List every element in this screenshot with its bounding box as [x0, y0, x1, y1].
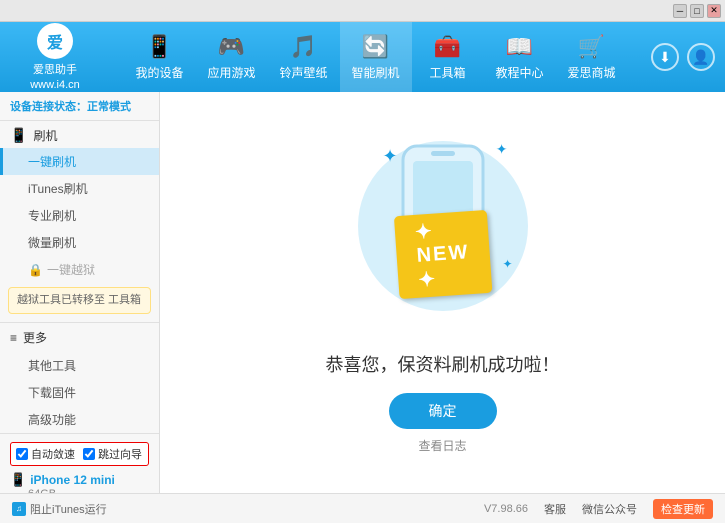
top-nav: 爱 爱思助手 www.i4.cn 📱 我的设备 🎮 应用游戏 🎵 铃声壁纸 🔄 … — [0, 22, 725, 92]
my-device-icon: 📱 — [146, 34, 173, 60]
version-text: V7.98.66 — [484, 503, 528, 515]
logo-line1: 爱思助手 — [33, 61, 77, 77]
nav-item-tutorials[interactable]: 📖 教程中心 — [484, 22, 556, 92]
pro-flash-label: 专业刷机 — [28, 209, 76, 223]
nav-right-buttons: ⬇ 👤 — [651, 43, 715, 71]
jailbreak-warning-box: 越狱工具已转移至 工具箱 — [8, 287, 151, 314]
confirm-button[interactable]: 确定 — [389, 393, 497, 429]
jailbreak-label: 一键越狱 — [47, 261, 95, 278]
close-button[interactable]: ✕ — [707, 4, 721, 18]
nav-item-ringtones[interactable]: 🎵 铃声壁纸 — [268, 22, 340, 92]
other-tools-label: 其他工具 — [28, 359, 76, 373]
check-update-button[interactable]: 检查更新 — [653, 499, 713, 519]
auto-flash-checkbox[interactable]: 自动敛速 — [16, 446, 75, 462]
skip-wizard-checkbox[interactable]: 跳过向导 — [83, 446, 142, 462]
warning-text: 越狱工具已转移至 工具箱 — [17, 294, 141, 306]
itunes-flash-label: iTunes刷机 — [28, 182, 88, 196]
itunes-control[interactable]: ♫ 阻止iTunes运行 — [12, 501, 107, 517]
device-icon: 📱 — [10, 472, 26, 488]
bottom-bar: ♫ 阻止iTunes运行 V7.98.66 客服 微信公众号 检查更新 — [0, 493, 725, 523]
itunes-icon: ♫ — [12, 502, 26, 516]
nav-items: 📱 我的设备 🎮 应用游戏 🎵 铃声壁纸 🔄 智能刷机 🧰 工具箱 📖 教程中心… — [110, 22, 641, 92]
sidebar: 设备连接状态：正常模式 📱 刷机 一键刷机 iTunes刷机 专业刷机 微量刷机… — [0, 92, 160, 493]
main-area: 设备连接状态：正常模式 📱 刷机 一键刷机 iTunes刷机 专业刷机 微量刷机… — [0, 92, 725, 493]
micro-flash-label: 微量刷机 — [28, 236, 76, 250]
itunes-label: 阻止iTunes运行 — [30, 501, 107, 517]
smart-flash-icon: 🔄 — [362, 34, 389, 60]
nav-label-ringtones: 铃声壁纸 — [279, 64, 327, 81]
sidebar-item-itunes-flash[interactable]: iTunes刷机 — [0, 175, 159, 202]
tutorials-icon: 📖 — [506, 34, 533, 60]
logo-line2: www.i4.cn — [30, 79, 80, 91]
logo-icon: 爱 — [37, 23, 73, 59]
wechat-link[interactable]: 微信公众号 — [582, 501, 637, 517]
ringtones-icon: 🎵 — [290, 34, 317, 60]
nav-label-apps-games: 应用游戏 — [207, 64, 255, 81]
minimize-button[interactable]: ─ — [673, 4, 687, 18]
nav-item-apps-games[interactable]: 🎮 应用游戏 — [196, 22, 268, 92]
section-flash-header[interactable]: 📱 刷机 — [0, 121, 159, 148]
new-badge: ✦ NEW ✦ — [393, 210, 491, 299]
nav-label-my-device: 我的设备 — [135, 64, 183, 81]
nav-label-smart-flash: 智能刷机 — [351, 64, 399, 81]
success-message: 恭喜您，保资料刷机成功啦！ — [326, 351, 560, 377]
skip-wizard-input[interactable] — [83, 448, 95, 460]
lock-icon: 🔒 — [28, 263, 43, 277]
apps-games-icon: 🎮 — [218, 34, 245, 60]
auto-flash-input[interactable] — [16, 448, 28, 460]
nav-item-toolbox[interactable]: 🧰 工具箱 — [412, 22, 484, 92]
auto-flash-label: 自动敛速 — [31, 446, 75, 462]
nav-label-tutorials: 教程中心 — [495, 64, 543, 81]
more-section-header[interactable]: ≡ 更多 — [0, 322, 159, 352]
sidebar-item-jailbreak-disabled: 🔒 一键越狱 — [0, 256, 159, 283]
maximize-button[interactable]: □ — [690, 4, 704, 18]
device-name: iPhone 12 mini — [30, 473, 115, 487]
section-flash-label: 刷机 — [33, 127, 57, 144]
nav-label-store: 爱思商城 — [567, 64, 615, 81]
sidebar-item-pro-flash[interactable]: 专业刷机 — [0, 202, 159, 229]
more-section-label: 更多 — [23, 329, 47, 346]
sidebar-item-advanced[interactable]: 高级功能 — [0, 406, 159, 433]
logo-area: 爱 爱思助手 www.i4.cn — [10, 23, 100, 91]
status-label: 设备连接状态： — [10, 101, 87, 113]
sidebar-item-micro-flash[interactable]: 微量刷机 — [0, 229, 159, 256]
bottom-left: ♫ 阻止iTunes运行 — [12, 501, 464, 517]
status-bar: 设备连接状态：正常模式 — [0, 92, 159, 121]
title-bar: ─ □ ✕ — [0, 0, 725, 22]
phone-wrap: ✦ ✦ ✦ ✦ NEW ✦ — [353, 141, 533, 296]
nav-item-smart-flash[interactable]: 🔄 智能刷机 — [340, 22, 412, 92]
one-click-flash-label: 一键刷机 — [28, 155, 76, 169]
skip-wizard-label: 跳过向导 — [98, 446, 142, 462]
nav-item-my-device[interactable]: 📱 我的设备 — [124, 22, 196, 92]
phone-illustration: ✦ ✦ ✦ ✦ NEW ✦ — [353, 131, 533, 331]
nav-label-toolbox: 工具箱 — [429, 64, 465, 81]
advanced-label: 高级功能 — [28, 413, 76, 427]
checkboxes-row: 自动敛速 跳过向导 — [10, 442, 149, 466]
device-info: 📱 iPhone 12 mini 64GB Down-12mini-13,1 — [10, 472, 149, 493]
customer-service-link[interactable]: 客服 — [544, 501, 566, 517]
bottom-right: V7.98.66 客服 微信公众号 检查更新 — [484, 499, 713, 519]
sidebar-item-one-click-flash[interactable]: 一键刷机 — [0, 148, 159, 175]
download-firmware-label: 下载固件 — [28, 386, 76, 400]
nav-item-store[interactable]: 🛒 爱思商城 — [556, 22, 628, 92]
sidebar-bottom: 自动敛速 跳过向导 📱 iPhone 12 mini 64GB Down-12m… — [0, 433, 159, 493]
continue-link[interactable]: 查看日志 — [418, 437, 466, 454]
device-storage: 64GB — [10, 488, 149, 493]
user-button[interactable]: 👤 — [687, 43, 715, 71]
sidebar-item-download-firmware[interactable]: 下载固件 — [0, 379, 159, 406]
status-value: 正常模式 — [87, 101, 131, 113]
content-area: ✦ ✦ ✦ ✦ NEW ✦ — [160, 92, 725, 493]
store-icon: 🛒 — [578, 34, 605, 60]
download-button[interactable]: ⬇ — [651, 43, 679, 71]
toolbox-icon: 🧰 — [434, 34, 461, 60]
sidebar-item-other-tools[interactable]: 其他工具 — [0, 352, 159, 379]
flash-section-icon: 📱 — [10, 127, 27, 144]
